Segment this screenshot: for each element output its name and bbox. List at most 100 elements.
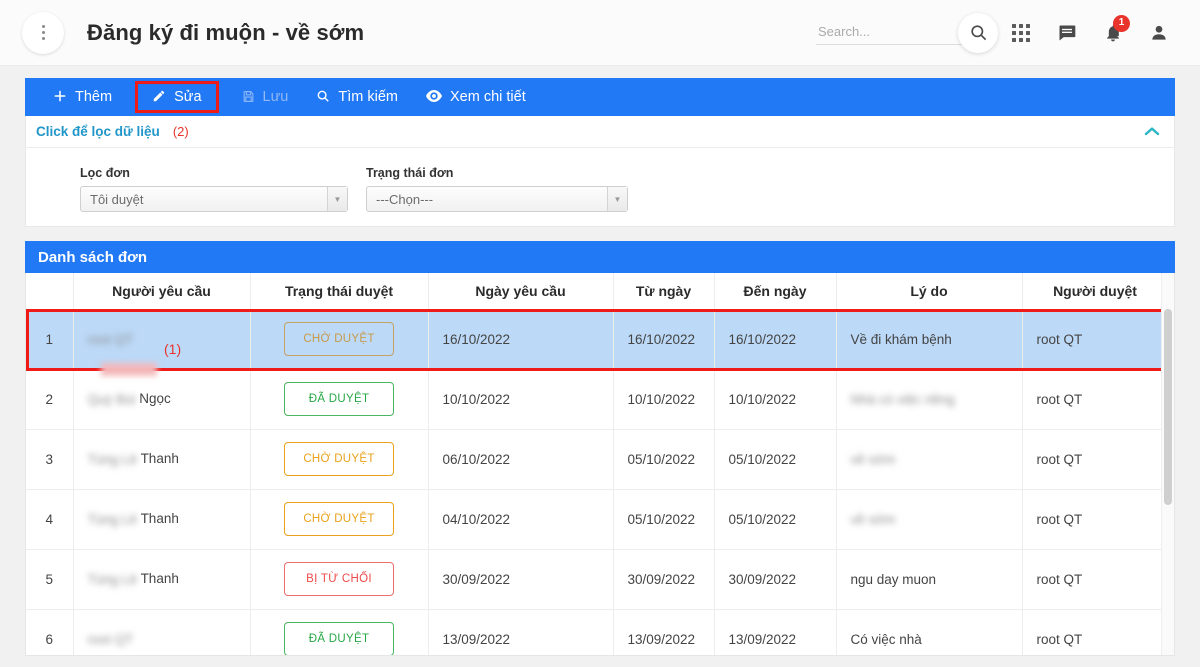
to-date-cell: 05/10/2022 bbox=[714, 489, 837, 550]
request-date-cell: 13/09/2022 bbox=[428, 609, 614, 655]
status-badge[interactable]: CHỜ DUYỆT bbox=[284, 322, 394, 356]
column-header-0 bbox=[26, 273, 74, 310]
requester-cell-text: Thanh bbox=[140, 511, 179, 527]
status-cell: CHỜ DUYỆT bbox=[250, 429, 429, 490]
search-input[interactable] bbox=[816, 20, 966, 45]
from-date-cell-text: 30/09/2022 bbox=[627, 571, 696, 587]
column-header-4: Từ ngày bbox=[613, 273, 715, 310]
approver-cell: root QT bbox=[1022, 549, 1169, 610]
chat-icon[interactable] bbox=[1044, 10, 1090, 56]
column-header-5: Đến ngày bbox=[714, 273, 837, 310]
table-scroll-area[interactable]: Người yêu cầu Trạng thái duyệt Ngày yêu cầ… bbox=[25, 273, 1175, 656]
filter-toggle-link[interactable]: Click để lọc dữ liệu bbox=[36, 124, 160, 139]
status-cell: ĐÃ DUYỆT bbox=[250, 609, 429, 655]
annotation-1: (1) bbox=[164, 341, 182, 357]
status-cell: BỊ TỪ CHỐI bbox=[250, 549, 429, 610]
request-date-cell: 10/10/2022 bbox=[428, 369, 614, 430]
table-row[interactable]: 3 Tùng Lê Thanh CHỜ DUYỆT 06/10/2022 05/10/2… bbox=[26, 429, 1169, 490]
approver-cell-text: root QT bbox=[1036, 391, 1083, 407]
from-date-cell: 05/10/2022 bbox=[613, 489, 715, 550]
to-date-cell-text: 13/09/2022 bbox=[728, 631, 797, 647]
vertical-scrollbar[interactable] bbox=[1161, 273, 1174, 655]
table-row[interactable]: 6 root QT ĐÃ DUYỆT 13/09/2022 13/09/2022 13/… bbox=[26, 609, 1169, 655]
chevron-down-icon[interactable]: ▼ bbox=[607, 187, 627, 211]
to-date-cell: 13/09/2022 bbox=[714, 609, 837, 655]
three-dots-vertical-icon[interactable] bbox=[22, 11, 64, 54]
to-date-cell: 05/10/2022 bbox=[714, 429, 837, 490]
status-badge[interactable]: BỊ TỪ CHỐI bbox=[284, 562, 394, 596]
reason-cell: về sớm bbox=[836, 429, 1023, 490]
table-row[interactable]: 1 root QT CHỜ DUYỆT 16/10/2022 16/10/2022 16… bbox=[26, 309, 1169, 370]
reason-cell-text: ngu day muon bbox=[850, 571, 937, 587]
row-index: 3 bbox=[26, 429, 74, 490]
approver-cell: root QT bbox=[1022, 369, 1169, 430]
field-label: Trạng thái đơn bbox=[366, 166, 454, 180]
reason-cell: Về đi khám bệnh bbox=[836, 309, 1023, 370]
status-badge[interactable]: ĐÃ DUYỆT bbox=[284, 382, 394, 416]
select-value: Tôi duyệt bbox=[90, 191, 144, 207]
table-body: 1 root QT CHỜ DUYỆT 16/10/2022 16/10/2022 16… bbox=[26, 309, 1169, 655]
redacted-text: về sớm bbox=[850, 451, 896, 467]
toolbar-button-xem-chi-tiết[interactable]: Xem chi tiết bbox=[412, 84, 540, 110]
toolbar-button-lưu: Lưu bbox=[228, 84, 303, 110]
from-date-cell: 16/10/2022 bbox=[613, 309, 715, 370]
requester-cell: Quý Bùi Ngọc bbox=[73, 369, 251, 430]
scrollbar-thumb[interactable] bbox=[1164, 309, 1172, 505]
annotation-2: (2) bbox=[172, 124, 189, 139]
toolbar-button-label: Xem chi tiết bbox=[449, 89, 526, 105]
bell-icon[interactable]: 1 bbox=[1090, 10, 1136, 56]
toolbar-button-label: Sửa bbox=[174, 89, 202, 105]
column-header-7: Người duyệt bbox=[1022, 273, 1169, 310]
reason-cell-text: Về đi khám bệnh bbox=[850, 331, 952, 347]
reason-cell-text: Có việc nhà bbox=[850, 631, 922, 647]
select-value: ---Chọn--- bbox=[376, 191, 434, 207]
action-toolbar: Thêm Sửa Lưu Tìm kiếm Xem chi tiết bbox=[25, 78, 1175, 116]
column-header-2: Trạng thái duyệt bbox=[250, 273, 429, 310]
user-icon[interactable] bbox=[1136, 10, 1182, 56]
chevron-down-icon[interactable]: ▼ bbox=[327, 187, 347, 211]
header-actions: 1 bbox=[816, 10, 1182, 56]
order-list-section: Danh sách đơn Người yêu cầu Trạng thái du… bbox=[25, 241, 1175, 656]
request-date-cell: 04/10/2022 bbox=[428, 489, 614, 550]
filter-header: Click để lọc dữ liệu (2) bbox=[26, 116, 1174, 148]
toolbar-button-sửa[interactable]: Sửa bbox=[135, 81, 219, 113]
request-date-cell-text: 13/09/2022 bbox=[442, 631, 511, 647]
toolbar-button-tìm-kiếm[interactable]: Tìm kiếm bbox=[302, 84, 412, 110]
table-header-row: Người yêu cầu Trạng thái duyệt Ngày yêu cầ… bbox=[26, 273, 1169, 310]
table-row[interactable]: 2 Quý Bùi Ngọc ĐÃ DUYỆT 10/10/2022 10/10/202… bbox=[26, 369, 1169, 430]
reason-cell: về sớm bbox=[836, 489, 1023, 550]
column-header-3: Ngày yêu cầu bbox=[428, 273, 614, 310]
trang-thai-don-select[interactable]: ---Chọn--- ▼ bbox=[366, 186, 628, 212]
requester-cell-text: Ngọc bbox=[139, 391, 171, 407]
eye-icon bbox=[425, 89, 442, 105]
request-date-cell-text: 10/10/2022 bbox=[442, 391, 511, 407]
apps-grid-icon[interactable] bbox=[998, 10, 1044, 56]
toolbar-button-thêm[interactable]: Thêm bbox=[39, 84, 126, 110]
redacted-text: Tùng Lê bbox=[87, 511, 138, 527]
row-index-text: 4 bbox=[45, 511, 53, 527]
toolbar-button-label: Thêm bbox=[75, 89, 113, 105]
requester-cell: Tùng Lê Thanh bbox=[73, 429, 251, 490]
status-badge[interactable]: CHỜ DUYỆT bbox=[284, 502, 394, 536]
row-index-text: 2 bbox=[45, 391, 53, 407]
notification-badge: 1 bbox=[1113, 14, 1130, 32]
status-cell: CHỜ DUYỆT bbox=[250, 309, 429, 370]
redacted-text: root QT bbox=[87, 631, 134, 647]
from-date-cell-text: 05/10/2022 bbox=[627, 451, 696, 467]
save-icon bbox=[242, 90, 255, 105]
table-row[interactable]: 4 Tùng Lê Thanh CHỜ DUYỆT 04/10/2022 05/10/2… bbox=[26, 489, 1169, 550]
status-badge[interactable]: ĐÃ DUYỆT bbox=[284, 622, 394, 655]
row-index-text: 3 bbox=[45, 451, 53, 467]
requester-cell: Tùng Lê Thanh bbox=[73, 489, 251, 550]
status-badge[interactable]: CHỜ DUYỆT bbox=[284, 442, 394, 476]
loc-don-select[interactable]: Tôi duyệt ▼ bbox=[80, 186, 348, 212]
redacted-text: root QT bbox=[87, 331, 134, 347]
chevron-up-icon[interactable] bbox=[1144, 124, 1160, 139]
filter-fields: Lọc đơn Tôi duyệt ▼ Trạng thái đơn ---Chọn--… bbox=[26, 148, 1174, 226]
search-icon[interactable] bbox=[958, 12, 998, 53]
row-index: 1 bbox=[26, 309, 74, 370]
table-row[interactable]: 5 Tùng Lê Thanh BỊ TỪ CHỐI 30/09/2022 30/09/… bbox=[26, 549, 1169, 610]
search-icon bbox=[316, 89, 330, 105]
to-date-cell-text: 10/10/2022 bbox=[728, 391, 797, 407]
row-index: 5 bbox=[26, 549, 74, 610]
